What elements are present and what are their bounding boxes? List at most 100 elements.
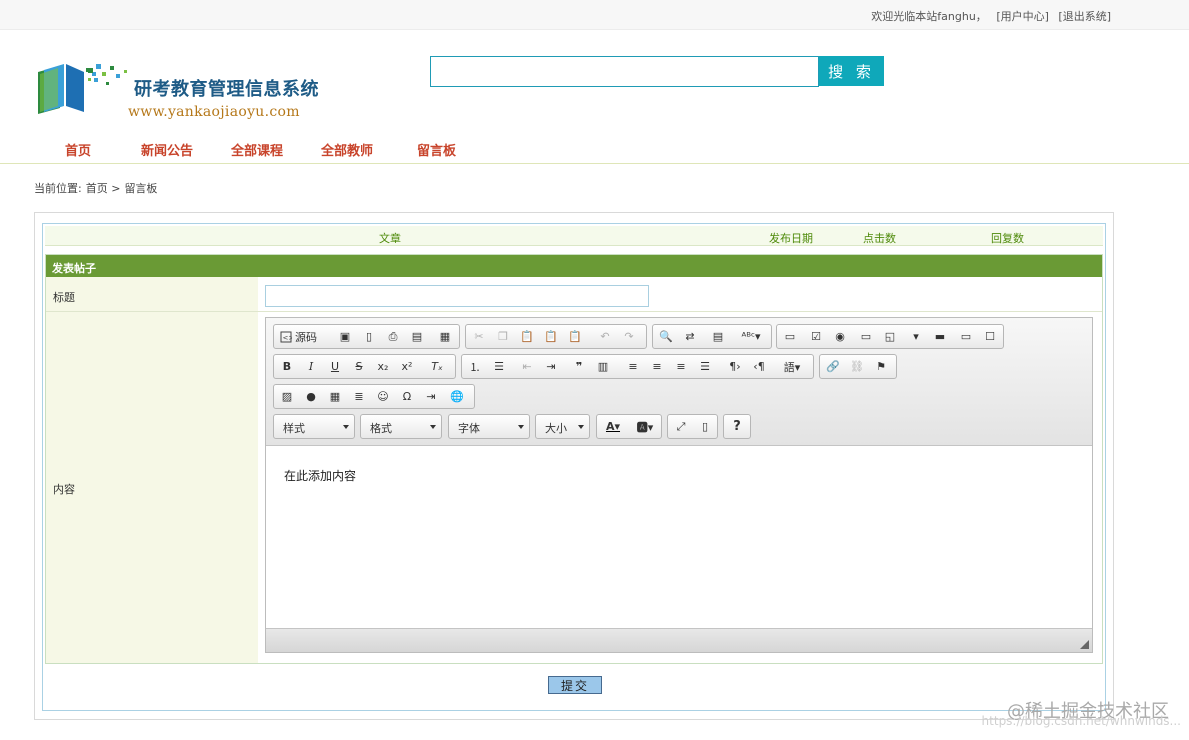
special-char-icon[interactable]: Ω — [396, 387, 418, 406]
submit-button[interactable]: 提交 — [548, 676, 602, 694]
remove-format-icon[interactable]: Tₓ — [426, 357, 448, 376]
source-button[interactable]: <> 源码 — [276, 327, 321, 346]
checkbox-icon[interactable]: ☑ — [805, 327, 827, 346]
bold-icon[interactable]: B — [276, 357, 298, 376]
paste-icon[interactable]: 📋 — [516, 327, 538, 346]
hidden-field-icon[interactable]: ☐ — [979, 327, 1001, 346]
breadcrumb-home[interactable]: 首页 > — [86, 182, 121, 195]
col-replies: 回复数 — [991, 232, 1024, 245]
preview-icon[interactable]: ⎙ — [382, 327, 404, 346]
cut-icon[interactable]: ✂ — [468, 327, 490, 346]
rtl-icon[interactable]: ‹¶ — [748, 357, 770, 376]
logout-link[interactable]: [退出系统] — [1058, 10, 1111, 23]
strike-icon[interactable]: S — [348, 357, 370, 376]
message-board-container: 文章 发布日期 点击数 回复数 发表帖子 标题 内容 <> 源码 ▣ ▯ ⎙ ▤… — [42, 223, 1106, 711]
radio-icon[interactable]: ◉ — [829, 327, 851, 346]
nav-news[interactable]: 新闻公告 — [141, 140, 193, 159]
link-icon[interactable]: 🔗 — [822, 357, 844, 376]
nav-courses[interactable]: 全部课程 — [231, 140, 283, 159]
maximize-icon[interactable]: ⤢ — [670, 417, 692, 436]
image-button-icon[interactable]: ▭ — [955, 327, 977, 346]
numbered-list-icon[interactable]: ⒈ — [464, 357, 486, 376]
align-right-icon[interactable]: ≡ — [670, 357, 692, 376]
site-logo[interactable]: 研考教育管理信息系统 www.yankaojiaoyu.com — [36, 60, 326, 126]
textarea-icon[interactable]: ◱ — [879, 327, 901, 346]
blockquote-icon[interactable]: ❞ — [568, 357, 590, 376]
user-center-link[interactable]: [用户中心] — [996, 10, 1049, 23]
copy-icon[interactable]: ❐ — [492, 327, 514, 346]
select-icon[interactable]: ▾ — [905, 327, 927, 346]
nav-message-board[interactable]: 留言板 — [417, 140, 456, 159]
image-icon[interactable]: ▨ — [276, 387, 298, 406]
toolbar-group-clipboard: ✂ ❐ 📋 📋 📋 ↶ ↷ — [465, 324, 647, 349]
outdent-icon[interactable]: ⇤ — [516, 357, 538, 376]
editor-toolbar: <> 源码 ▣ ▯ ⎙ ▤ ▦ ✂ ❐ 📋 📋 📋 ↶ ↷ 🔍 ⇄ ▤ ᴬᴮᶜ▾… — [266, 318, 1092, 446]
new-page-icon[interactable]: ▯ — [358, 327, 380, 346]
button-icon[interactable]: ▬ — [929, 327, 951, 346]
horizontal-line-icon[interactable]: ≣ — [348, 387, 370, 406]
save-icon[interactable]: ▣ — [334, 327, 356, 346]
replace-icon[interactable]: ⇄ — [679, 327, 701, 346]
pixel-decoration-icon — [88, 64, 127, 85]
watermark-url: https://blog.csdn.net/whnwinds... — [981, 714, 1181, 728]
paste-text-icon[interactable]: 📋 — [540, 327, 562, 346]
title-input[interactable] — [265, 285, 649, 307]
flash-icon[interactable]: ● — [300, 387, 322, 406]
top-bar: 欢迎光临本站fanghu， [用户中心] [退出系统] — [0, 0, 1189, 30]
unlink-icon[interactable]: ⛓ — [846, 357, 868, 376]
rich-text-editor: <> 源码 ▣ ▯ ⎙ ▤ ▦ ✂ ❐ 📋 📋 📋 ↶ ↷ 🔍 ⇄ ▤ ᴬᴮᶜ▾… — [265, 317, 1093, 653]
breadcrumb: 当前位置: 首页 > 留言板 — [34, 180, 161, 196]
iframe-icon[interactable]: 🌐 — [446, 387, 468, 406]
superscript-icon[interactable]: x² — [396, 357, 418, 376]
chevron-down-icon — [578, 425, 584, 429]
form-icon[interactable]: ▭ — [779, 327, 801, 346]
redo-icon[interactable]: ↷ — [618, 327, 640, 346]
font-dropdown[interactable]: 字体 — [448, 414, 530, 439]
templates-icon[interactable]: ▦ — [434, 327, 456, 346]
editor-status-bar — [266, 628, 1092, 652]
justify-icon[interactable]: ☰ — [694, 357, 716, 376]
resize-handle-icon[interactable] — [1080, 640, 1089, 649]
paste-word-icon[interactable]: 📋 — [564, 327, 586, 346]
italic-icon[interactable]: I — [300, 357, 322, 376]
nav-home[interactable]: 首页 — [65, 140, 91, 159]
page-break-icon[interactable]: ⇥ — [420, 387, 442, 406]
anchor-icon[interactable]: ⚑ — [870, 357, 892, 376]
toolbar-group-insert: ▨ ● ▦ ≣ ☺ Ω ⇥ 🌐 — [273, 384, 475, 409]
search-button[interactable]: 搜 索 — [819, 56, 884, 86]
text-color-icon[interactable]: A▾ — [599, 417, 627, 436]
select-all-icon[interactable]: ▤ — [707, 327, 729, 346]
find-icon[interactable]: 🔍 — [655, 327, 677, 346]
post-form-header: 发表帖子 — [46, 255, 1102, 277]
editor-content-area[interactable]: 在此添加内容 — [266, 447, 1092, 628]
show-blocks-icon[interactable]: ▯ — [694, 417, 716, 436]
size-dropdown[interactable]: 大小 — [535, 414, 590, 439]
spellcheck-icon[interactable]: ᴬᴮᶜ▾ — [735, 327, 767, 346]
nav-teachers[interactable]: 全部教师 — [321, 140, 373, 159]
site-title: 研考教育管理信息系统 — [134, 79, 319, 100]
content-label: 内容 — [53, 483, 75, 496]
ltr-icon[interactable]: ¶› — [724, 357, 746, 376]
site-url: www.yankaojiaoyu.com — [128, 104, 300, 120]
print-icon[interactable]: ▤ — [406, 327, 428, 346]
underline-icon[interactable]: U — [324, 357, 346, 376]
textfield-icon[interactable]: ▭ — [855, 327, 877, 346]
undo-icon[interactable]: ↶ — [594, 327, 616, 346]
indent-icon[interactable]: ⇥ — [540, 357, 562, 376]
smiley-icon[interactable]: ☺ — [372, 387, 394, 406]
chevron-down-icon — [430, 425, 436, 429]
div-container-icon[interactable]: ▥ — [592, 357, 614, 376]
bg-color-icon[interactable]: 🅰▾ — [631, 417, 659, 436]
bulleted-list-icon[interactable]: ☰ — [488, 357, 510, 376]
align-center-icon[interactable]: ≡ — [646, 357, 668, 376]
styles-dropdown[interactable]: 样式 — [273, 414, 355, 439]
language-icon[interactable]: 語▾ — [774, 357, 810, 376]
subscript-icon[interactable]: x₂ — [372, 357, 394, 376]
format-dropdown[interactable]: 格式 — [360, 414, 442, 439]
table-icon[interactable]: ▦ — [324, 387, 346, 406]
welcome-text: 欢迎光临本站fanghu， — [871, 10, 987, 23]
help-icon[interactable]: ? — [726, 417, 748, 436]
align-left-icon[interactable]: ≡ — [622, 357, 644, 376]
chevron-down-icon — [343, 425, 349, 429]
search-input[interactable] — [430, 56, 819, 87]
